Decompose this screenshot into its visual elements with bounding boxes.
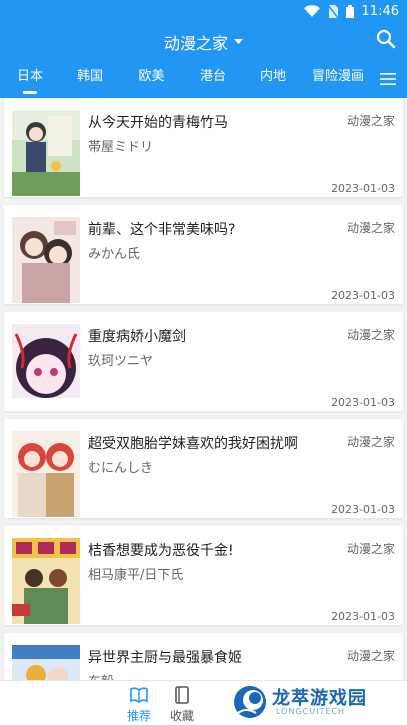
list-item[interactable]: 从今天开始的青梅竹马 帯屋ミドリ 动漫之家 2023-01-03 — [4, 98, 403, 197]
book-open-icon — [130, 687, 148, 703]
nav-recommend[interactable]: 推荐 — [117, 686, 161, 725]
comic-author: むにんしき — [88, 461, 154, 476]
comic-title: 超受双胞胎学妹喜欢的我好困扰啊 — [88, 436, 298, 452]
comic-source: 动漫之家 — [346, 435, 395, 449]
comic-cover — [12, 324, 80, 410]
comic-author: 东毅 — [88, 671, 114, 680]
tab-mainland[interactable]: 内地 — [243, 60, 303, 98]
comic-date: 2023-01-03 — [331, 503, 395, 516]
app-bar: 动漫之家 — [0, 22, 407, 60]
nav-favorites[interactable]: 收藏 — [160, 686, 204, 725]
comic-cover — [12, 645, 80, 680]
comic-list: 从今天开始的青梅竹马 帯屋ミドリ 动漫之家 2023-01-03 前辈、这个非常… — [0, 98, 407, 680]
comic-source: 动漫之家 — [346, 328, 395, 342]
comic-title: 重度病娇小魔剑 — [88, 329, 186, 345]
comic-cover — [12, 431, 80, 517]
comic-date: 2023-01-03 — [331, 182, 395, 195]
comic-source: 动漫之家 — [346, 221, 395, 235]
wifi-icon — [303, 5, 320, 17]
comic-author: 相马康平/日下氏 — [88, 568, 184, 583]
comic-author: 帯屋ミドリ — [88, 140, 154, 155]
tab-europe-america[interactable]: 欧美 — [120, 60, 183, 98]
list-item[interactable]: 桔香想要成为恶役千金! 相马康平/日下氏 动漫之家 2023-01-03 — [4, 526, 403, 625]
nav-recommend-label: 推荐 — [126, 709, 151, 723]
tab-hk-tw[interactable]: 港台 — [183, 60, 243, 98]
nav-favorites-label: 收藏 — [169, 709, 194, 723]
status-bar: 11:46 — [0, 0, 407, 22]
tab-adventure[interactable]: 冒险漫画 — [303, 60, 373, 98]
list-item[interactable]: 重度病娇小魔剑 玖珂ツニヤ 动漫之家 2023-01-03 — [4, 312, 403, 411]
status-time: 11:46 — [361, 3, 399, 19]
menu-icon[interactable] — [379, 70, 397, 88]
comic-cover — [12, 217, 80, 303]
tab-korea[interactable]: 韩国 — [60, 60, 120, 98]
list-item[interactable]: 前辈、这个非常美味吗? みかん氏 动漫之家 2023-01-03 — [4, 205, 403, 304]
comic-date: 2023-01-03 — [331, 610, 395, 623]
caret-down-icon — [234, 39, 243, 44]
comic-title: 前辈、这个非常美味吗? — [88, 222, 236, 238]
comic-source: 动漫之家 — [346, 114, 395, 128]
watermark-subtext: LONGCUITECH — [276, 707, 345, 716]
no-sim-icon — [327, 4, 338, 18]
comic-cover — [12, 538, 80, 624]
comic-author: みかん氏 — [88, 247, 141, 262]
battery-icon — [345, 4, 354, 18]
bookmark-book-icon — [175, 686, 189, 704]
source-selector[interactable]: 动漫之家 — [164, 30, 243, 54]
search-icon[interactable] — [375, 28, 397, 50]
comic-author: 玖珂ツニヤ — [88, 354, 154, 369]
dragon-logo-icon — [234, 686, 266, 718]
comic-title: 异世界主厨与最强暴食姬 — [88, 650, 242, 666]
app-title: 动漫之家 — [163, 34, 228, 53]
comic-date: 2023-01-03 — [331, 396, 395, 409]
list-item[interactable]: 异世界主厨与最强暴食姬 东毅 动漫之家 — [4, 633, 403, 680]
comic-title: 从今天开始的青梅竹马 — [88, 115, 228, 131]
category-tabs: 日本 韩国 欧美 港台 内地 冒险漫画 — [0, 60, 407, 98]
comic-date: 2023-01-03 — [331, 289, 395, 302]
comic-cover — [12, 110, 80, 196]
tab-japan[interactable]: 日本 — [0, 60, 60, 98]
watermark-logo: 龙萃游戏园 LONGCUITECH — [232, 682, 382, 722]
comic-source: 动漫之家 — [346, 542, 395, 556]
comic-title: 桔香想要成为恶役千金! — [88, 543, 234, 559]
list-item[interactable]: 超受双胞胎学妹喜欢的我好困扰啊 むにんしき 动漫之家 2023-01-03 — [4, 419, 403, 518]
comic-source: 动漫之家 — [346, 649, 395, 663]
